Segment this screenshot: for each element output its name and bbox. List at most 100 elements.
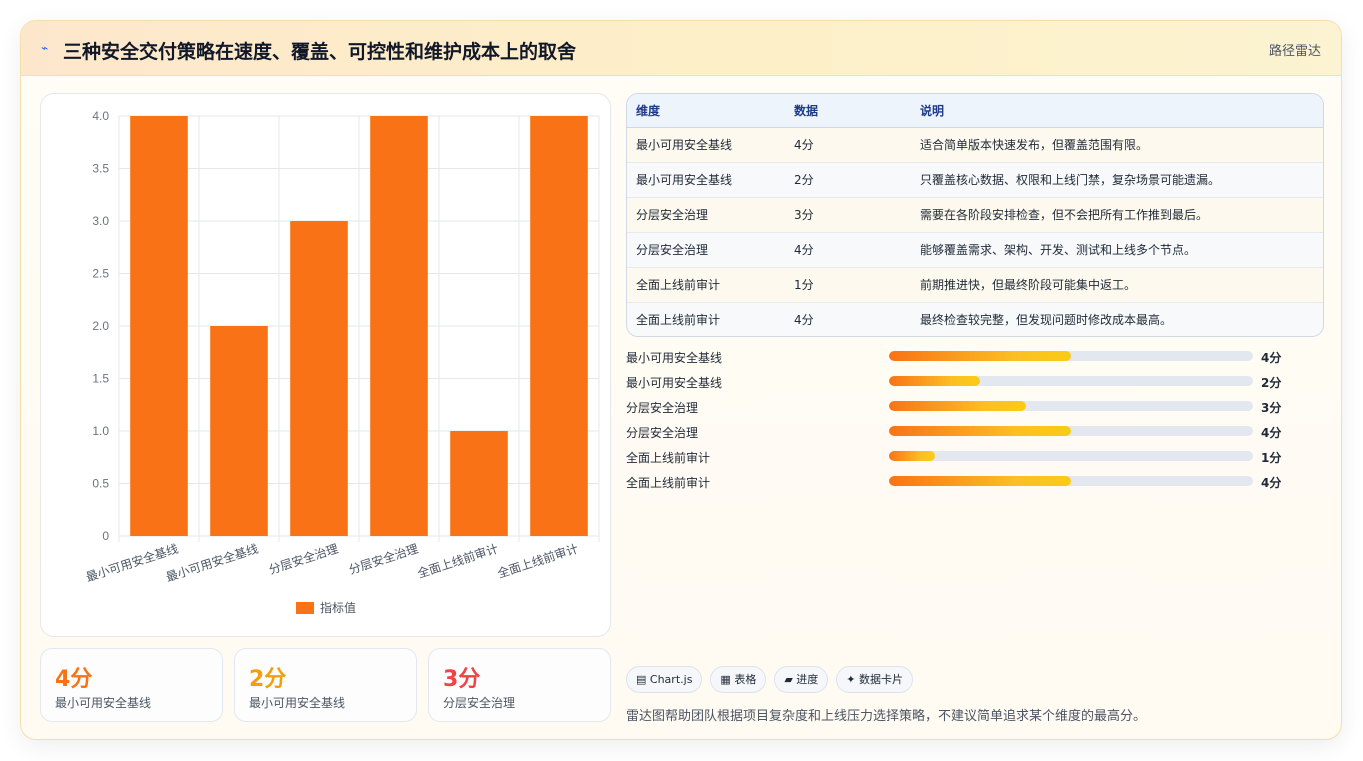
y-tick-label: 2.0 (92, 319, 109, 333)
legend-label: 指标值 (320, 600, 356, 615)
bolt-icon: ⌁ (41, 41, 49, 55)
bar-chart-svg: 00.51.01.52.02.53.03.54.0最小可用安全基线最小可用安全基… (84, 109, 600, 615)
table-cell: 1分 (794, 266, 920, 302)
bar (370, 116, 428, 536)
bar (210, 326, 268, 536)
table-row: 最小可用安全基线 2分 只覆盖核心数据、权限和上线门禁，复杂场景可能遗漏。 (627, 161, 1323, 197)
table-cell: 全面上线前审计 (627, 266, 794, 302)
progress-label: 全面上线前审计 (626, 451, 711, 465)
progress-row: 最小可用安全基线 2分 (626, 371, 1306, 396)
table-header-cell: 数据 (794, 94, 920, 128)
y-tick-label: 2.5 (92, 267, 109, 281)
stat-card: 2分 最小可用安全基线 (234, 648, 417, 722)
stat-label: 最小可用安全基线 (249, 696, 346, 710)
table-header-cell: 维度 (627, 94, 794, 128)
stat-value: 2分 (249, 667, 287, 692)
stat-value: 4分 (55, 667, 93, 692)
table-cell: 适合简单版本快速发布，但覆盖范围有限。 (920, 126, 1323, 162)
table-cell: 只覆盖核心数据、权限和上线门禁，复杂场景可能遗漏。 (920, 161, 1323, 197)
chip-label: 数据卡片 (859, 673, 904, 686)
progress-label: 分层安全治理 (626, 401, 699, 415)
tech-chips: ▤ Chart.js ▦ 表格 ▰ 进度 ✦ 数据卡片 (626, 666, 921, 694)
y-tick-label: 1.5 (92, 372, 109, 386)
progress-fill (889, 451, 935, 461)
table-cell: 3分 (794, 196, 920, 232)
progress-track (889, 426, 1253, 436)
table-row: 全面上线前审计 1分 前期推进快，但最终阶段可能集中返工。 (627, 266, 1323, 302)
table-cell: 最小可用安全基线 (627, 126, 794, 162)
table-cell: 能够覆盖需求、架构、开发、测试和上线多个节点。 (920, 231, 1323, 267)
y-tick-label: 0 (102, 529, 109, 543)
progress-fill (889, 426, 1071, 436)
table-row: 全面上线前审计 4分 最终检查较完整，但发现问题时修改成本最高。 (627, 301, 1323, 336)
progress-score: 4分 (1261, 426, 1282, 440)
progress-row: 分层安全治理 4分 (626, 421, 1306, 446)
bar-chart: 0 0.5 1.0 1.5 2.0 2.5 3.0 3.5 4.0 最小可用安全基线 最小可用安全基… (40, 93, 611, 637)
data-table: 维度 数据 说明 最小可用安全基线 4分 适合简单版本快速发布，但覆盖范围有限。… (626, 93, 1324, 337)
strategy-card: ⌁ 三种安全交付策略在速度、覆盖、可控性和维护成本上的取舍 路径雷达 0 0.5 1… (20, 20, 1342, 740)
stat-value: 3分 (443, 667, 481, 692)
y-tick-label: 3.5 (92, 162, 109, 176)
chip-progress[interactable]: ▰ 进度 (774, 666, 829, 693)
table-icon: ▦ (720, 673, 731, 686)
progress-track (889, 401, 1253, 411)
chip-data-card[interactable]: ✦ 数据卡片 (836, 666, 914, 693)
stat-card: 4分 最小可用安全基线 (40, 648, 223, 722)
header-tag: 路径雷达 (1268, 44, 1321, 59)
progress-list: 最小可用安全基线 4分 最小可用安全基线 2分 分层安全治理 3分 分层安全治理… (626, 346, 1306, 496)
table-cell: 最小可用安全基线 (627, 161, 794, 197)
x-tick-label: 最小可用安全基线 (164, 541, 260, 585)
chart-icon: ▤ (636, 673, 647, 686)
table-cell: 4分 (794, 301, 920, 336)
table-cell: 分层安全治理 (627, 231, 794, 267)
x-tick-label: 分层安全治理 (267, 541, 340, 578)
progress-track (889, 376, 1253, 386)
x-tick-label: 全面上线前审计 (495, 541, 580, 581)
page-title: 三种安全交付策略在速度、覆盖、可控性和维护成本上的取舍 (63, 41, 577, 63)
bar (290, 221, 348, 536)
chip-table[interactable]: ▦ 表格 (710, 666, 767, 693)
footer-note: 雷达图帮助团队根据项目复杂度和上线压力选择策略，不建议简单追求某个维度的最高分。 (626, 709, 1147, 724)
stat-card: 3分 分层安全治理 (428, 648, 611, 722)
progress-icon: ▰ (784, 673, 793, 686)
stat-label: 最小可用安全基线 (55, 696, 152, 710)
progress-label: 分层安全治理 (626, 426, 699, 440)
table-cell: 前期推进快，但最终阶段可能集中返工。 (920, 266, 1323, 302)
progress-row: 分层安全治理 3分 (626, 396, 1306, 421)
table-row: 最小可用安全基线 4分 适合简单版本快速发布，但覆盖范围有限。 (627, 126, 1323, 162)
progress-track (889, 476, 1253, 486)
progress-label: 全面上线前审计 (626, 476, 711, 490)
bar (530, 116, 588, 536)
chip-label: 进度 (796, 673, 819, 686)
table-cell: 分层安全治理 (627, 196, 794, 232)
progress-row: 全面上线前审计 1分 (626, 446, 1306, 471)
progress-row: 全面上线前审计 4分 (626, 471, 1306, 496)
progress-row: 最小可用安全基线 4分 (626, 346, 1306, 371)
progress-fill (889, 476, 1071, 486)
chip-label: Chart.js (649, 673, 693, 686)
progress-score: 4分 (1261, 476, 1282, 490)
table-row: 分层安全治理 3分 需要在各阶段安排检查，但不会把所有工作推到最后。 (627, 196, 1323, 232)
table-cell: 2分 (794, 161, 920, 197)
progress-fill (889, 401, 1026, 411)
x-tick-label: 分层安全治理 (347, 541, 420, 578)
table-cell: 4分 (794, 126, 920, 162)
table-header-row: 维度 数据 说明 (627, 94, 1323, 128)
table-cell: 最终检查较完整，但发现问题时修改成本最高。 (920, 301, 1323, 336)
table-row: 分层安全治理 4分 能够覆盖需求、架构、开发、测试和上线多个节点。 (627, 231, 1323, 267)
progress-score: 2分 (1261, 376, 1282, 390)
card-header: ⌁ 三种安全交付策略在速度、覆盖、可控性和维护成本上的取舍 路径雷达 (21, 21, 1341, 76)
progress-track (889, 351, 1253, 361)
table-cell: 4分 (794, 231, 920, 267)
progress-score: 4分 (1261, 351, 1282, 365)
chip-chartjs[interactable]: ▤ Chart.js (626, 666, 703, 693)
y-tick-label: 0.5 (92, 477, 109, 491)
table-cell: 需要在各阶段安排检查，但不会把所有工作推到最后。 (920, 196, 1323, 232)
y-tick-label: 3.0 (92, 214, 109, 228)
stat-label: 分层安全治理 (443, 696, 516, 710)
sparkle-icon: ✦ (846, 673, 856, 686)
legend-swatch (296, 602, 314, 614)
y-tick-label: 1.0 (92, 424, 109, 438)
y-tick-label: 4.0 (92, 109, 109, 123)
table-header-cell: 说明 (920, 94, 1323, 128)
